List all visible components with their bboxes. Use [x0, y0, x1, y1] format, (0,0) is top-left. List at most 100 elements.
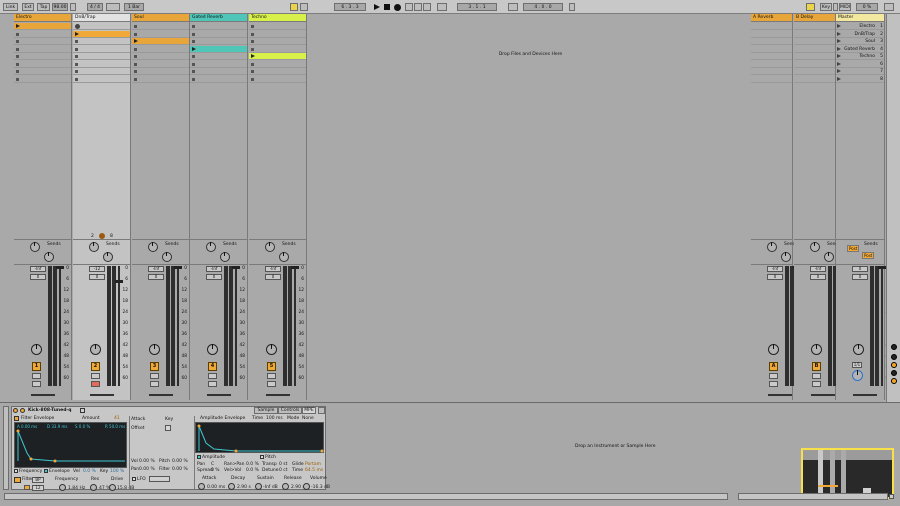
clip-stop-icon[interactable]: [192, 77, 195, 81]
tap-button[interactable]: Tap: [37, 3, 50, 11]
crossfade-assign[interactable]: [207, 394, 231, 396]
crossfade-assign[interactable]: [149, 394, 173, 396]
pan-field[interactable]: 0: [265, 274, 281, 280]
clip-stop-icon[interactable]: [192, 32, 195, 36]
decay-knob[interactable]: [228, 483, 235, 490]
link-button[interactable]: Link: [3, 3, 18, 11]
clip-slot[interactable]: Electro 1: [836, 23, 884, 30]
filter-envelope-toggle[interactable]: [14, 416, 19, 421]
clip-slot[interactable]: [751, 46, 792, 53]
filter-frequency-value[interactable]: 1.84 Hz: [68, 486, 85, 491]
pitch-tab-icon[interactable]: [260, 455, 264, 459]
clip-stop-icon[interactable]: [251, 62, 254, 66]
clip-slot[interactable]: [751, 23, 792, 30]
volume-field[interactable]: -12: [89, 266, 105, 272]
filter-decay-value[interactable]: D 33.9 ms: [47, 424, 68, 429]
send-b-knob[interactable]: [781, 252, 791, 262]
pan-field[interactable]: 0: [148, 274, 164, 280]
amp-envelope-display[interactable]: [195, 422, 324, 453]
clip-stop-icon[interactable]: [192, 55, 195, 58]
clip-slot[interactable]: [190, 23, 247, 30]
arm-button[interactable]: [32, 381, 41, 387]
volume-value[interactable]: -16.3 dB: [311, 485, 330, 490]
view-toggle-icon[interactable]: [891, 344, 897, 350]
volume-field[interactable]: -Inf: [148, 266, 164, 272]
clip-slot[interactable]: [794, 31, 835, 38]
clip-slot[interactable]: [73, 23, 130, 30]
clip-slot[interactable]: [14, 31, 71, 38]
time-value[interactable]: 100 ms: [266, 416, 283, 421]
track-title[interactable]: Soul: [132, 14, 189, 22]
arm-button[interactable]: [208, 381, 217, 387]
clip-slot[interactable]: [249, 76, 306, 83]
mode-value[interactable]: None: [302, 416, 314, 421]
drive-value[interactable]: 15.8 dB: [117, 486, 134, 491]
clip-slot[interactable]: [190, 68, 247, 75]
clip-slot[interactable]: [132, 46, 189, 53]
vel-value[interactable]: 0.0 %: [83, 469, 96, 474]
clip-stop-icon[interactable]: [134, 77, 137, 81]
clip-stop-icon[interactable]: [134, 70, 137, 73]
release-knob[interactable]: [282, 483, 289, 490]
clip-slot[interactable]: [794, 61, 835, 68]
collapse-icon[interactable]: [889, 494, 894, 499]
loop-icon[interactable]: [508, 3, 518, 11]
track-activator-button[interactable]: 1: [32, 362, 41, 371]
track-activator-button[interactable]: 5: [267, 362, 276, 371]
view-toggle-icon[interactable]: [891, 354, 897, 360]
follow-icon[interactable]: [290, 3, 298, 11]
pan-knob[interactable]: [266, 344, 277, 355]
clip-slot[interactable]: [751, 38, 792, 45]
clip-slot[interactable]: [14, 53, 71, 60]
clip-play-icon[interactable]: [251, 54, 255, 58]
pan-knob[interactable]: [853, 344, 864, 355]
scene-label[interactable]: Electro: [859, 23, 875, 30]
filter-release-value[interactable]: R 50.0 ms: [105, 424, 125, 429]
solo-button[interactable]: [769, 373, 778, 379]
horizontal-scrollbar-left[interactable]: [4, 493, 728, 500]
solo-button[interactable]: [812, 373, 821, 379]
clip-slot[interactable]: [14, 38, 71, 45]
clip-slot[interactable]: [14, 68, 71, 75]
clip-slot[interactable]: [794, 23, 835, 30]
clip-play-icon[interactable]: [16, 24, 20, 28]
scene-launch-icon[interactable]: [837, 54, 841, 58]
preset-save-icon[interactable]: [80, 408, 85, 413]
clip-stop-icon[interactable]: [134, 62, 137, 66]
clip-slot[interactable]: [751, 31, 792, 38]
scene-launch-icon[interactable]: [837, 69, 841, 73]
clip-stop-icon[interactable]: [16, 70, 19, 73]
filter-sustain-value[interactable]: S 0.0 %: [75, 424, 90, 429]
crossfade-assign[interactable]: [811, 394, 835, 396]
ext-button[interactable]: Ext: [22, 3, 34, 11]
send-b-knob[interactable]: [824, 252, 834, 262]
scene-launch-icon[interactable]: [837, 76, 841, 81]
clip-stop-icon[interactable]: [251, 70, 254, 73]
device-chain-toggle[interactable]: [3, 406, 9, 490]
send-b-knob[interactable]: [44, 252, 54, 262]
automation-arm-icon[interactable]: [414, 3, 422, 11]
track-title[interactable]: DnB/Trap: [73, 14, 130, 22]
scene-launch-icon[interactable]: [837, 46, 841, 51]
tab-sample[interactable]: Sample: [254, 407, 278, 414]
nudge-icon[interactable]: [70, 3, 76, 11]
midi-map-button[interactable]: MIDI: [839, 3, 851, 11]
time2-value[interactable]: 64.5 ms: [305, 468, 323, 473]
key-map-button[interactable]: Key: [820, 3, 832, 11]
track-title[interactable]: B Delay: [794, 14, 835, 22]
pan-knob[interactable]: [31, 344, 42, 355]
play-icon[interactable]: [374, 4, 380, 10]
vol-mod-value[interactable]: 0.00 %: [139, 459, 155, 464]
filter-envelope-display[interactable]: A 0.00 ms D 33.9 ms S 0.0 % R 50.0 ms: [14, 422, 127, 468]
pan-field[interactable]: 0: [767, 274, 783, 280]
song-position-field[interactable]: 6 . 3 . 3: [334, 3, 366, 11]
pan-field[interactable]: 0: [206, 274, 222, 280]
send-b-knob[interactable]: [279, 252, 289, 262]
filter-attack-value[interactable]: A 0.00 ms: [17, 424, 37, 429]
time-signature-field[interactable]: 4 / 4: [87, 3, 103, 11]
loop-start-field[interactable]: 3 . 1 . 1: [457, 3, 497, 11]
crossfade-assign[interactable]: [90, 394, 114, 396]
scene-label[interactable]: Soul: [865, 38, 875, 45]
quantize-dropdown[interactable]: 1 Bar: [124, 3, 144, 11]
clip-slot[interactable]: [132, 76, 189, 83]
